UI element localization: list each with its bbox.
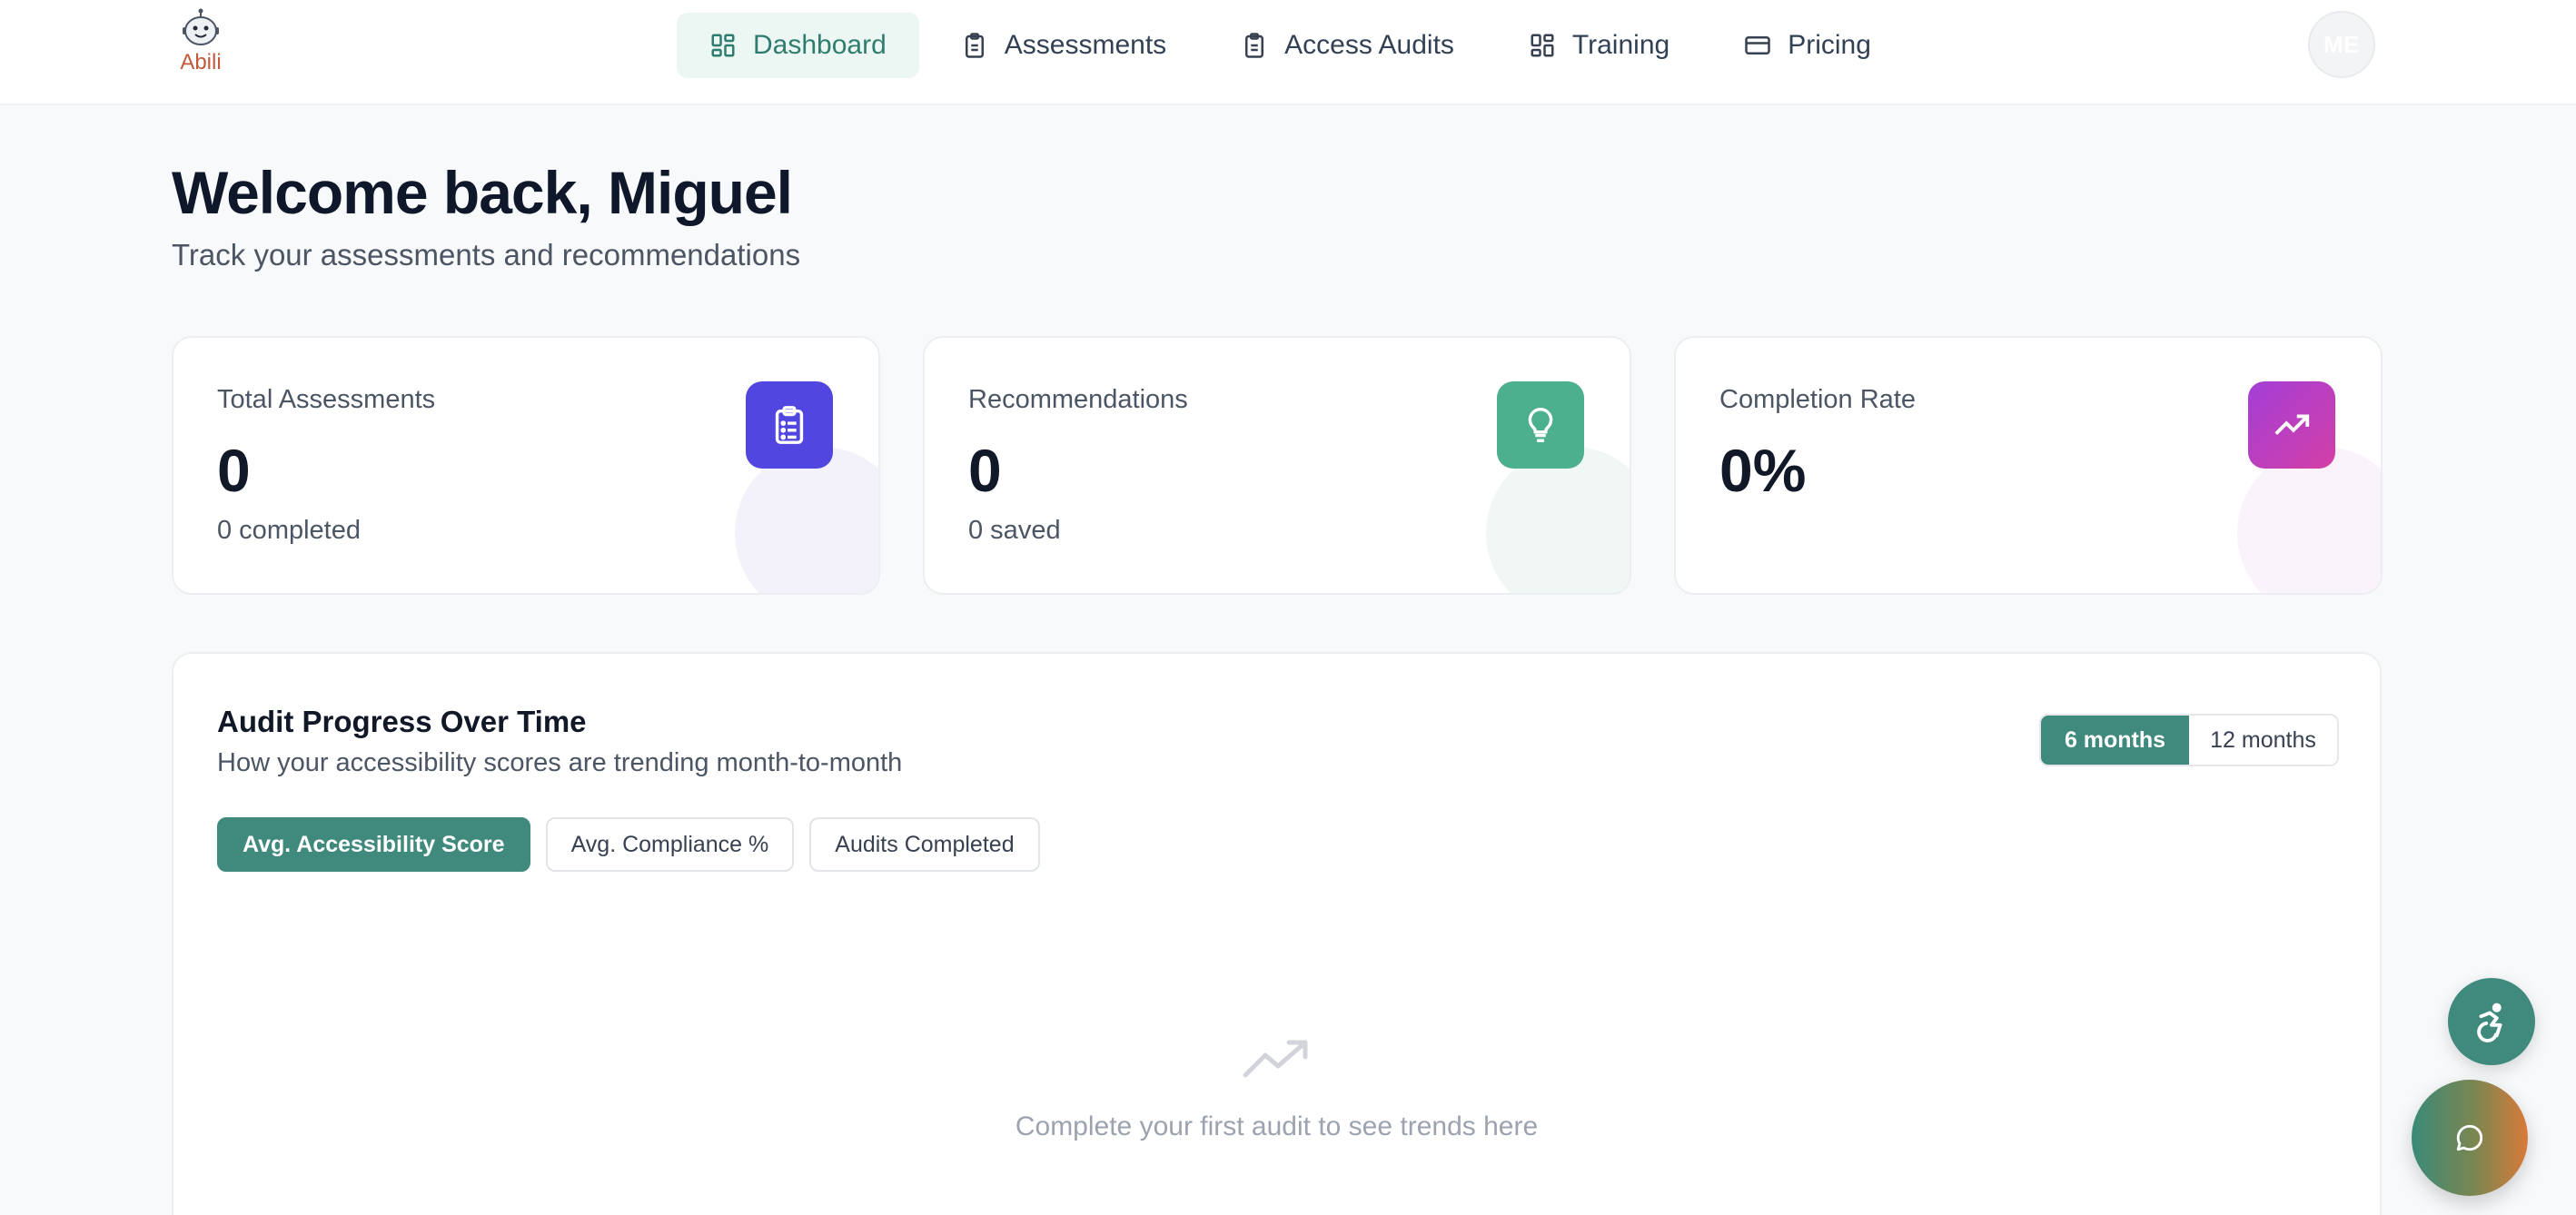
page-title: Welcome back, Miguel [172,159,793,226]
chat-button[interactable] [2412,1080,2528,1196]
empty-state-message: Complete your first audit to see trends … [1015,1111,1539,1141]
logo-text: Abili [180,50,222,74]
stat-card-total-assessments: Total Assessments 0 0 completed [172,336,880,595]
metric-compliance-button[interactable]: Avg. Compliance % [545,817,795,872]
time-range-toggle: 6 months 12 months [2039,714,2339,766]
stat-value: 0 [217,437,251,504]
nav-item-training[interactable]: Training [1496,13,1702,78]
accessibility-icon [2477,1003,2502,1042]
decorative-circle [735,447,878,593]
metric-audits-completed-button[interactable]: Audits Completed [809,817,1040,872]
stat-icon-box [1497,381,1584,469]
stat-card-recommendations: Recommendations 0 0 saved [923,336,1631,595]
app-logo[interactable]: Abili [171,7,231,80]
nav-label: Pricing [1788,30,1871,60]
chat-bubble-icon [2456,1124,2483,1151]
range-6-months-button[interactable]: 6 months [2041,716,2189,765]
stat-label: Recommendations [968,385,1188,414]
nav-item-dashboard[interactable]: Dashboard [677,13,919,78]
dashboard-grid-icon [711,34,735,57]
audit-progress-subtitle: How your accessibility scores are trendi… [217,748,903,777]
stat-sub: 0 completed [217,516,361,545]
user-avatar[interactable]: ME [2308,11,2375,78]
decorative-circle [2237,447,2381,593]
accessibility-button[interactable] [2448,978,2535,1065]
stat-label: Total Assessments [217,385,436,414]
stat-icon-box [2248,381,2335,469]
nav-label: Access Audits [1284,30,1454,60]
clipboard-icon [1245,33,1264,58]
trending-up-icon [2274,414,2310,435]
stat-card-completion-rate: Completion Rate 0% [1674,336,2383,595]
trending-up-icon [1243,1040,1308,1078]
decorative-circle [1486,447,1630,593]
robot-logo-icon [183,8,219,45]
audit-progress-card: Audit Progress Over Time How your access… [172,652,2382,1215]
nav-label: Training [1571,30,1670,60]
grid-icon [1531,34,1554,57]
clipboard-icon [965,33,984,58]
stat-label: Completion Rate [1719,385,1916,414]
top-navigation-bar: Abili Dashboard Assessments Access Audit… [0,0,2576,105]
credit-card-icon [1745,36,1770,54]
clipboard-list-icon [775,406,804,444]
stat-sub: 0 saved [968,516,1061,545]
avatar-initials: ME [2323,30,2360,58]
metric-selector: Avg. Accessibility Score Avg. Compliance… [217,817,1040,872]
range-12-months-button[interactable]: 12 months [2189,716,2337,765]
nav-label: Assessments [1004,30,1167,60]
nav-item-assessments[interactable]: Assessments [928,13,1199,78]
page-subtitle: Track your assessments and recommendatio… [172,238,801,272]
main-nav: Dashboard Assessments Access Audits Trai… [677,13,1904,78]
audit-progress-title: Audit Progress Over Time [217,705,587,738]
stat-icon-box [746,381,833,469]
metric-accessibility-score-button[interactable]: Avg. Accessibility Score [217,817,530,872]
nav-item-pricing[interactable]: Pricing [1711,13,1904,78]
stat-value: 0 [968,437,1002,504]
stat-value: 0% [1719,437,1807,504]
nav-item-access-audits[interactable]: Access Audits [1208,13,1487,78]
lightbulb-icon [1528,408,1553,442]
nav-label: Dashboard [753,30,887,60]
